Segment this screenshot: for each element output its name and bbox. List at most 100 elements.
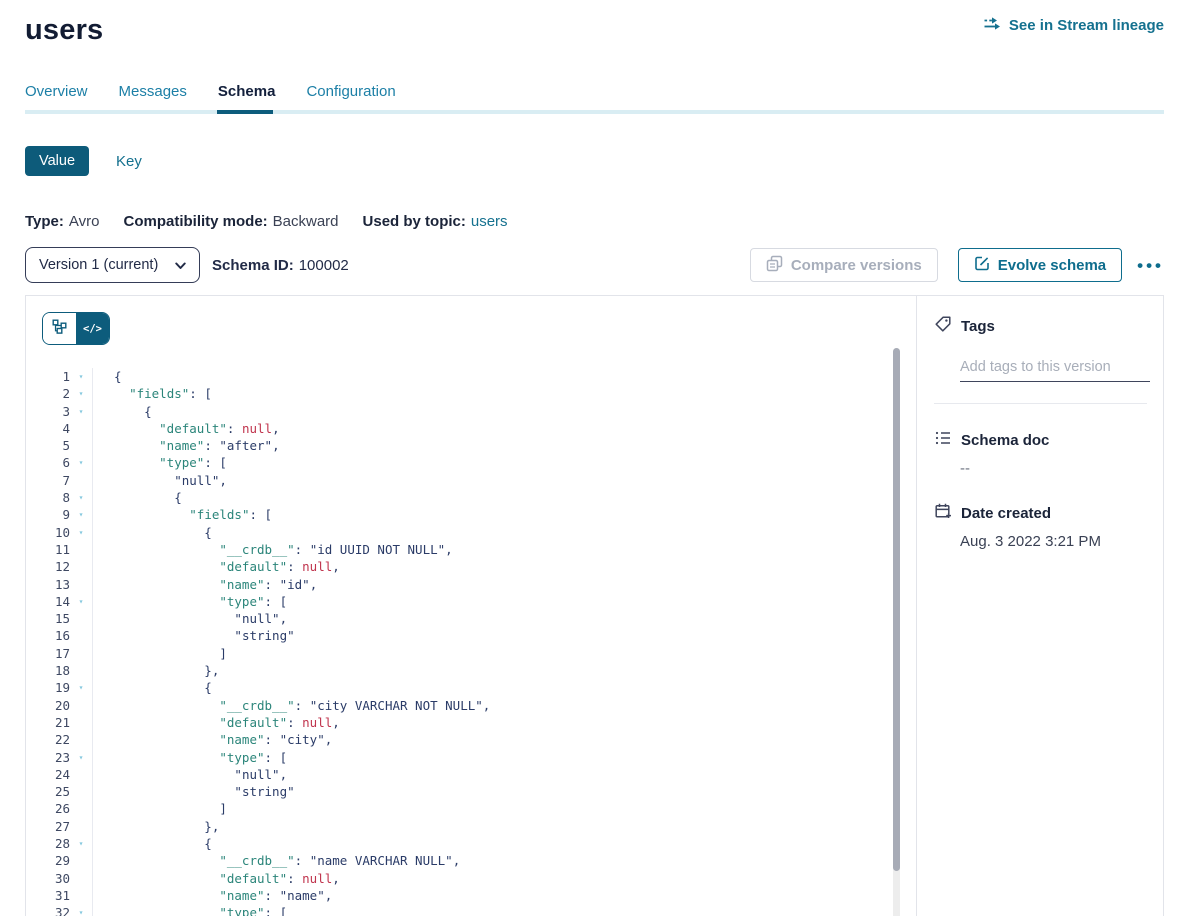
fold-toggle-icon[interactable]: ▾	[70, 835, 92, 852]
tab-bar: Overview Messages Schema Configuration	[25, 83, 1189, 110]
code-text[interactable]: "name": "id",	[92, 576, 916, 593]
code-line: 8▾ {	[26, 489, 916, 506]
code-view-button[interactable]: </>	[76, 313, 109, 344]
stream-lineage-label: See in Stream lineage	[1009, 17, 1164, 34]
fold-gutter	[70, 420, 92, 437]
code-text[interactable]: "string"	[92, 783, 916, 800]
code-text[interactable]: "default": null,	[92, 420, 916, 437]
line-number: 19	[26, 679, 70, 696]
tab-overview[interactable]: Overview	[25, 83, 88, 110]
stream-lineage-link[interactable]: See in Stream lineage	[983, 16, 1164, 35]
code-text[interactable]: "type": [	[92, 749, 916, 766]
code-text[interactable]: "type": [	[92, 593, 916, 610]
tree-view-button[interactable]	[43, 313, 76, 344]
fold-toggle-icon[interactable]: ▾	[70, 506, 92, 523]
code-text[interactable]: {	[92, 368, 916, 385]
code-text[interactable]: "default": null,	[92, 870, 916, 887]
fold-gutter	[70, 766, 92, 783]
code-line: 16 "string"	[26, 627, 916, 644]
tags-title: Tags	[961, 318, 995, 335]
code-line: 20 "__crdb__": "city VARCHAR NOT NULL",	[26, 697, 916, 714]
fold-toggle-icon[interactable]: ▾	[70, 385, 92, 402]
tag-icon	[934, 315, 952, 337]
code-text[interactable]: "default": null,	[92, 714, 916, 731]
sidebar-divider	[934, 403, 1147, 404]
code-line: 15 "null",	[26, 610, 916, 627]
code-text[interactable]: },	[92, 662, 916, 679]
active-tab-indicator	[217, 110, 273, 114]
version-select[interactable]: Version 1 (current)	[25, 247, 200, 283]
editor-scrollbar[interactable]	[893, 348, 900, 916]
code-line: 14▾ "type": [	[26, 593, 916, 610]
line-number: 24	[26, 766, 70, 783]
code-line: 19▾ {	[26, 679, 916, 696]
fold-toggle-icon[interactable]: ▾	[70, 749, 92, 766]
code-text[interactable]: {	[92, 403, 916, 420]
code-line: 23▾ "type": [	[26, 749, 916, 766]
fold-toggle-icon[interactable]: ▾	[70, 524, 92, 541]
fold-toggle-icon[interactable]: ▾	[70, 489, 92, 506]
code-text[interactable]: "__crdb__": "city VARCHAR NOT NULL",	[92, 697, 916, 714]
chevron-down-icon	[175, 262, 186, 270]
code-line: 29 "__crdb__": "name VARCHAR NULL",	[26, 852, 916, 869]
code-text[interactable]: "__crdb__": "id UUID NOT NULL",	[92, 541, 916, 558]
schema-sidebar: Tags Schema doc --	[916, 296, 1163, 916]
tab-messages[interactable]: Messages	[119, 83, 187, 110]
compare-versions-button[interactable]: Compare versions	[750, 248, 938, 282]
code-text[interactable]: {	[92, 489, 916, 506]
code-text[interactable]: "__crdb__": "name VARCHAR NULL",	[92, 852, 916, 869]
code-text[interactable]: "name": "city",	[92, 731, 916, 748]
code-line: 10▾ {	[26, 524, 916, 541]
fold-toggle-icon[interactable]: ▾	[70, 403, 92, 420]
fold-gutter	[70, 731, 92, 748]
code-text[interactable]: ]	[92, 645, 916, 662]
line-number: 15	[26, 610, 70, 627]
code-text[interactable]: "fields": [	[92, 506, 916, 523]
code-text[interactable]: "default": null,	[92, 558, 916, 575]
code-text[interactable]: "type": [	[92, 904, 916, 916]
tab-underline-track	[25, 110, 1164, 114]
code-line: 1▾{	[26, 368, 916, 385]
line-number: 23	[26, 749, 70, 766]
topic-link[interactable]: users	[471, 213, 508, 230]
code-text[interactable]: "string"	[92, 627, 916, 644]
code-line: 6▾ "type": [	[26, 454, 916, 471]
fold-gutter	[70, 697, 92, 714]
code-text[interactable]: {	[92, 679, 916, 696]
code-text[interactable]: "null",	[92, 610, 916, 627]
code-line: 4 "default": null,	[26, 420, 916, 437]
key-toggle-button[interactable]: Key	[116, 153, 142, 170]
editor-scrollbar-thumb[interactable]	[893, 348, 900, 871]
fold-toggle-icon[interactable]: ▾	[70, 454, 92, 471]
fold-gutter	[70, 662, 92, 679]
fold-gutter	[70, 887, 92, 904]
code-text[interactable]: "null",	[92, 766, 916, 783]
code-text[interactable]: "null",	[92, 472, 916, 489]
fold-toggle-icon[interactable]: ▾	[70, 679, 92, 696]
more-options-button[interactable]: •••	[1137, 257, 1164, 274]
code-text[interactable]: ]	[92, 800, 916, 817]
code-text[interactable]: "fields": [	[92, 385, 916, 402]
code-text[interactable]: {	[92, 524, 916, 541]
fold-toggle-icon[interactable]: ▾	[70, 368, 92, 385]
code-text[interactable]: "name": "name",	[92, 887, 916, 904]
fold-gutter	[70, 472, 92, 489]
code-text[interactable]: },	[92, 818, 916, 835]
fold-toggle-icon[interactable]: ▾	[70, 904, 92, 916]
line-number: 5	[26, 437, 70, 454]
value-toggle-button[interactable]: Value	[25, 146, 89, 176]
add-tags-input[interactable]	[960, 357, 1150, 382]
line-number: 30	[26, 870, 70, 887]
evolve-schema-button[interactable]: Evolve schema	[958, 248, 1122, 282]
code-line: 13 "name": "id",	[26, 576, 916, 593]
line-number: 21	[26, 714, 70, 731]
line-number: 1	[26, 368, 70, 385]
tab-schema[interactable]: Schema	[218, 83, 276, 110]
code-text[interactable]: {	[92, 835, 916, 852]
code-text[interactable]: "type": [	[92, 454, 916, 471]
code-view-icon: </>	[83, 323, 102, 335]
code-text[interactable]: "name": "after",	[92, 437, 916, 454]
tab-configuration[interactable]: Configuration	[306, 83, 395, 110]
fold-toggle-icon[interactable]: ▾	[70, 593, 92, 610]
date-created-value: Aug. 3 2022 3:21 PM	[960, 533, 1147, 550]
